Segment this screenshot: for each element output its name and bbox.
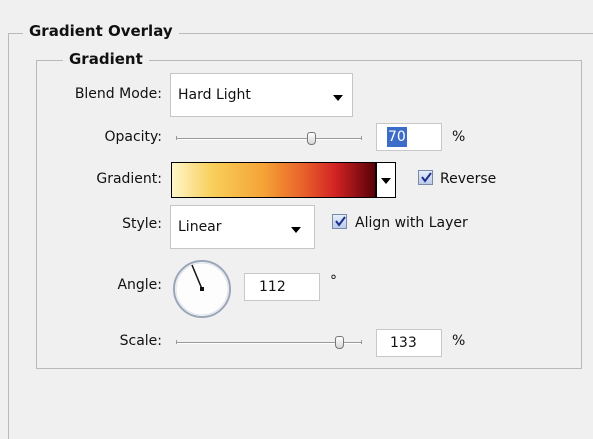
opacity-unit: % [452, 129, 466, 145]
gradient-label: Gradient: [96, 171, 162, 187]
angle-unit: ° [330, 273, 337, 289]
style-value: Linear [178, 219, 222, 235]
checkmark-icon [335, 216, 346, 227]
blend-mode-value: Hard Light [178, 87, 251, 103]
align-with-layer-label: Align with Layer [355, 215, 468, 231]
scale-slider-tick-start [176, 340, 177, 344]
chevron-down-icon [291, 227, 301, 233]
gradient-section-title: Gradient [63, 50, 149, 68]
reverse-label: Reverse [440, 171, 497, 187]
scale-input[interactable]: 133 [376, 329, 442, 357]
opacity-input[interactable]: 70 [376, 123, 442, 151]
reverse-checkbox[interactable] [418, 170, 433, 185]
scale-input-value: 133 [390, 335, 417, 351]
opacity-slider-track[interactable] [176, 138, 362, 140]
style-dropdown[interactable]: Linear [170, 205, 315, 249]
checkmark-icon [421, 172, 432, 183]
blend-mode-label: Blend Mode: [74, 86, 162, 102]
opacity-input-value: 70 [387, 127, 407, 147]
scale-unit: % [452, 333, 466, 349]
angle-input[interactable]: 112 [244, 273, 320, 301]
chevron-down-icon [333, 95, 343, 101]
opacity-slider-tick-start [176, 136, 177, 140]
scale-label: Scale: [119, 333, 162, 349]
angle-dial[interactable] [170, 257, 234, 321]
align-with-layer-checkbox[interactable] [332, 214, 347, 229]
gradient-overlay-title: Gradient Overlay [23, 22, 179, 40]
gradient-swatch[interactable] [171, 162, 376, 198]
scale-slider-tick-end [361, 340, 362, 344]
gradient-picker-button[interactable] [376, 162, 396, 198]
opacity-slider-tick-end [361, 136, 362, 140]
angle-input-value: 112 [259, 279, 286, 295]
opacity-slider-thumb[interactable] [307, 132, 316, 145]
style-label: Style: [122, 216, 162, 232]
opacity-label: Opacity: [104, 129, 162, 145]
chevron-down-icon [381, 178, 391, 184]
scale-slider-thumb[interactable] [335, 336, 344, 349]
angle-label: Angle: [117, 277, 162, 293]
blend-mode-dropdown[interactable]: Hard Light [170, 73, 353, 117]
